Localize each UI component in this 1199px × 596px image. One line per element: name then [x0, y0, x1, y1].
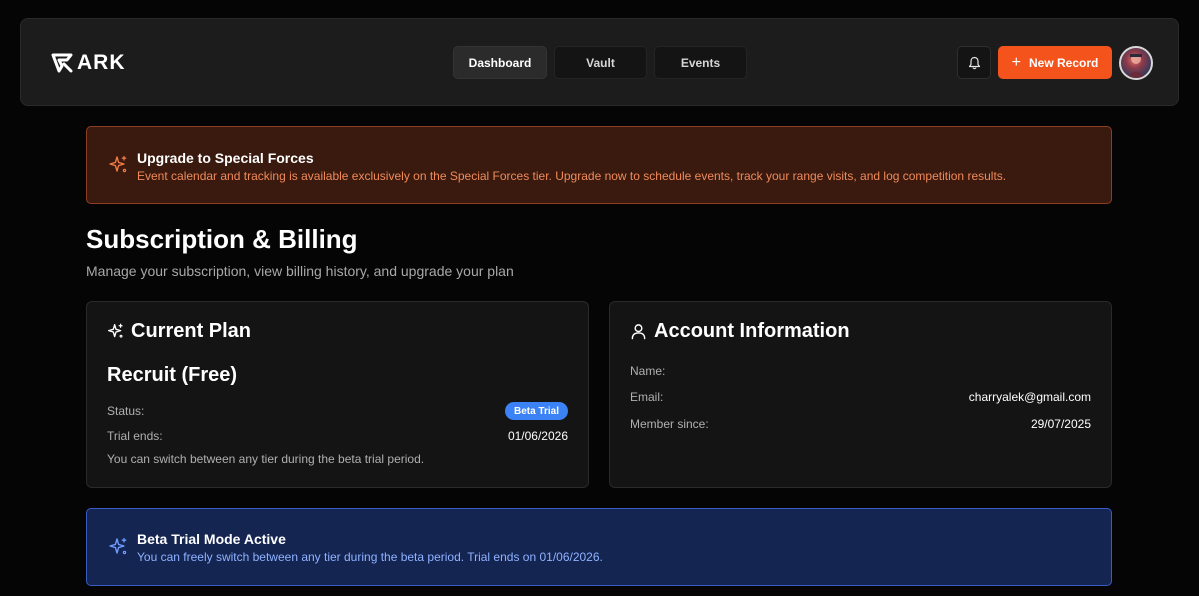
brand-logo[interactable]: ARK — [51, 52, 126, 74]
sparkles-icon — [108, 323, 123, 338]
account-info-card: Account Information Name: Email: charrya… — [609, 301, 1112, 488]
avatar-image — [1126, 54, 1146, 78]
tab-dashboard[interactable]: Dashboard — [453, 46, 547, 79]
notifications-button[interactable] — [957, 46, 991, 79]
email-value: charryalek@gmail.com — [968, 390, 1091, 404]
tab-events[interactable]: Events — [654, 46, 747, 79]
beta-trial-banner: Beta Trial Mode Active You can freely sw… — [86, 508, 1112, 586]
new-record-button[interactable]: + New Record — [998, 46, 1112, 79]
plan-note: You can switch between any tier during t… — [107, 452, 425, 466]
current-plan-card: Current Plan Recruit (Free) Status: Beta… — [86, 301, 589, 488]
page-title: Subscription & Billing — [86, 224, 358, 254]
top-header: ARK Dashboard Vault Events + New Record — [20, 18, 1179, 106]
bell-icon — [968, 56, 980, 69]
upgrade-banner: Upgrade to Special Forces Event calendar… — [86, 126, 1112, 204]
status-badge: Beta Trial — [504, 402, 568, 420]
main-nav: Dashboard Vault Events — [453, 46, 747, 79]
upgrade-banner-title: Upgrade to Special Forces — [137, 150, 314, 166]
sparkles-icon — [109, 155, 127, 173]
beta-banner-title: Beta Trial Mode Active — [137, 531, 286, 547]
member-since-label: Member since: — [630, 417, 709, 431]
sparkles-icon — [109, 537, 127, 555]
member-since-value: 29/07/2025 — [1030, 417, 1091, 431]
user-avatar[interactable] — [1119, 46, 1153, 80]
name-label: Name: — [630, 364, 666, 378]
account-info-header: Account Information — [630, 320, 850, 343]
tab-vault[interactable]: Vault — [554, 46, 647, 79]
trial-ends-value: 01/06/2026 — [507, 429, 568, 443]
brand-name: ARK — [77, 51, 126, 74]
trial-ends-label: Trial ends: — [107, 429, 163, 443]
page-subtitle: Manage your subscription, view billing h… — [86, 263, 514, 279]
beta-banner-text: You can freely switch between any tier d… — [137, 550, 603, 564]
status-label: Status: — [107, 404, 145, 418]
ark-logo-icon — [51, 53, 73, 73]
upgrade-banner-text: Event calendar and tracking is available… — [137, 169, 1007, 183]
current-plan-title: Current Plan — [131, 320, 252, 342]
plus-icon: + — [1011, 53, 1021, 71]
plan-name: Recruit (Free) — [107, 364, 238, 386]
account-info-title: Account Information — [654, 320, 850, 342]
user-icon — [631, 324, 646, 340]
new-record-label: New Record — [1028, 55, 1099, 70]
current-plan-header: Current Plan — [107, 320, 251, 343]
email-label: Email: — [630, 390, 664, 404]
